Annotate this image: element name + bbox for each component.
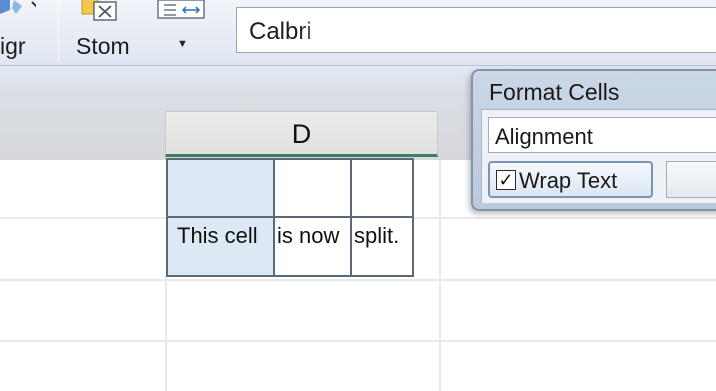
column-header-d[interactable]: D (165, 111, 438, 157)
split-cell-left-top[interactable] (166, 158, 275, 218)
wrap-text-label: Wrap Text (519, 168, 618, 193)
merge-icon (157, 0, 205, 19)
partial-ribbon-button[interactable]: igr (0, 0, 50, 62)
dialog-secondary-button[interactable] (666, 161, 716, 198)
font-box-fade (297, 9, 337, 51)
custom-ribbon-button[interactable]: Stom (70, 0, 145, 62)
dialog-title: Format Cells (489, 79, 620, 105)
format-icon (81, 0, 117, 21)
custom-ribbon-label: Stom (76, 33, 130, 59)
paste-icon (0, 0, 36, 14)
font-name-box[interactable]: Calbri (236, 7, 716, 53)
dropdown-arrow-icon[interactable]: ▼ (177, 38, 188, 50)
gridline (439, 160, 441, 391)
split-cell-left-bottom[interactable]: This cell (166, 216, 275, 277)
split-cell-middle-text: is now (277, 223, 340, 248)
gridline (414, 217, 716, 219)
gridline (0, 340, 716, 342)
gridline (0, 279, 716, 281)
dialog-body: Alignment ✓ Wrap Text (481, 109, 716, 203)
format-cells-dialog: Format Cells Alignment ✓ Wrap Text (471, 69, 716, 211)
wrap-text-toggle[interactable]: ✓ Wrap Text (488, 161, 653, 198)
gridline (165, 276, 167, 391)
checkbox-icon[interactable]: ✓ (496, 170, 516, 190)
partial-ribbon-label: igr (0, 33, 26, 59)
split-cell-middle-top[interactable] (273, 158, 352, 218)
merge-button[interactable]: ▼ (152, 0, 212, 62)
alignment-tab[interactable]: Alignment (488, 117, 716, 153)
split-cell-left-text: This cell (177, 223, 258, 248)
split-cell-right-top[interactable] (350, 158, 414, 218)
split-cell-right-bottom[interactable]: split. (350, 216, 414, 277)
split-cell-middle-bottom[interactable]: is now (273, 216, 352, 277)
ribbon: igr Stom ▼ Calbri (0, 0, 716, 66)
ribbon-separator (58, 0, 59, 62)
gridline (0, 217, 166, 219)
alignment-label: Alignment (495, 124, 593, 149)
column-header-label: D (291, 119, 312, 149)
split-cell-right-text: split. (354, 223, 400, 248)
